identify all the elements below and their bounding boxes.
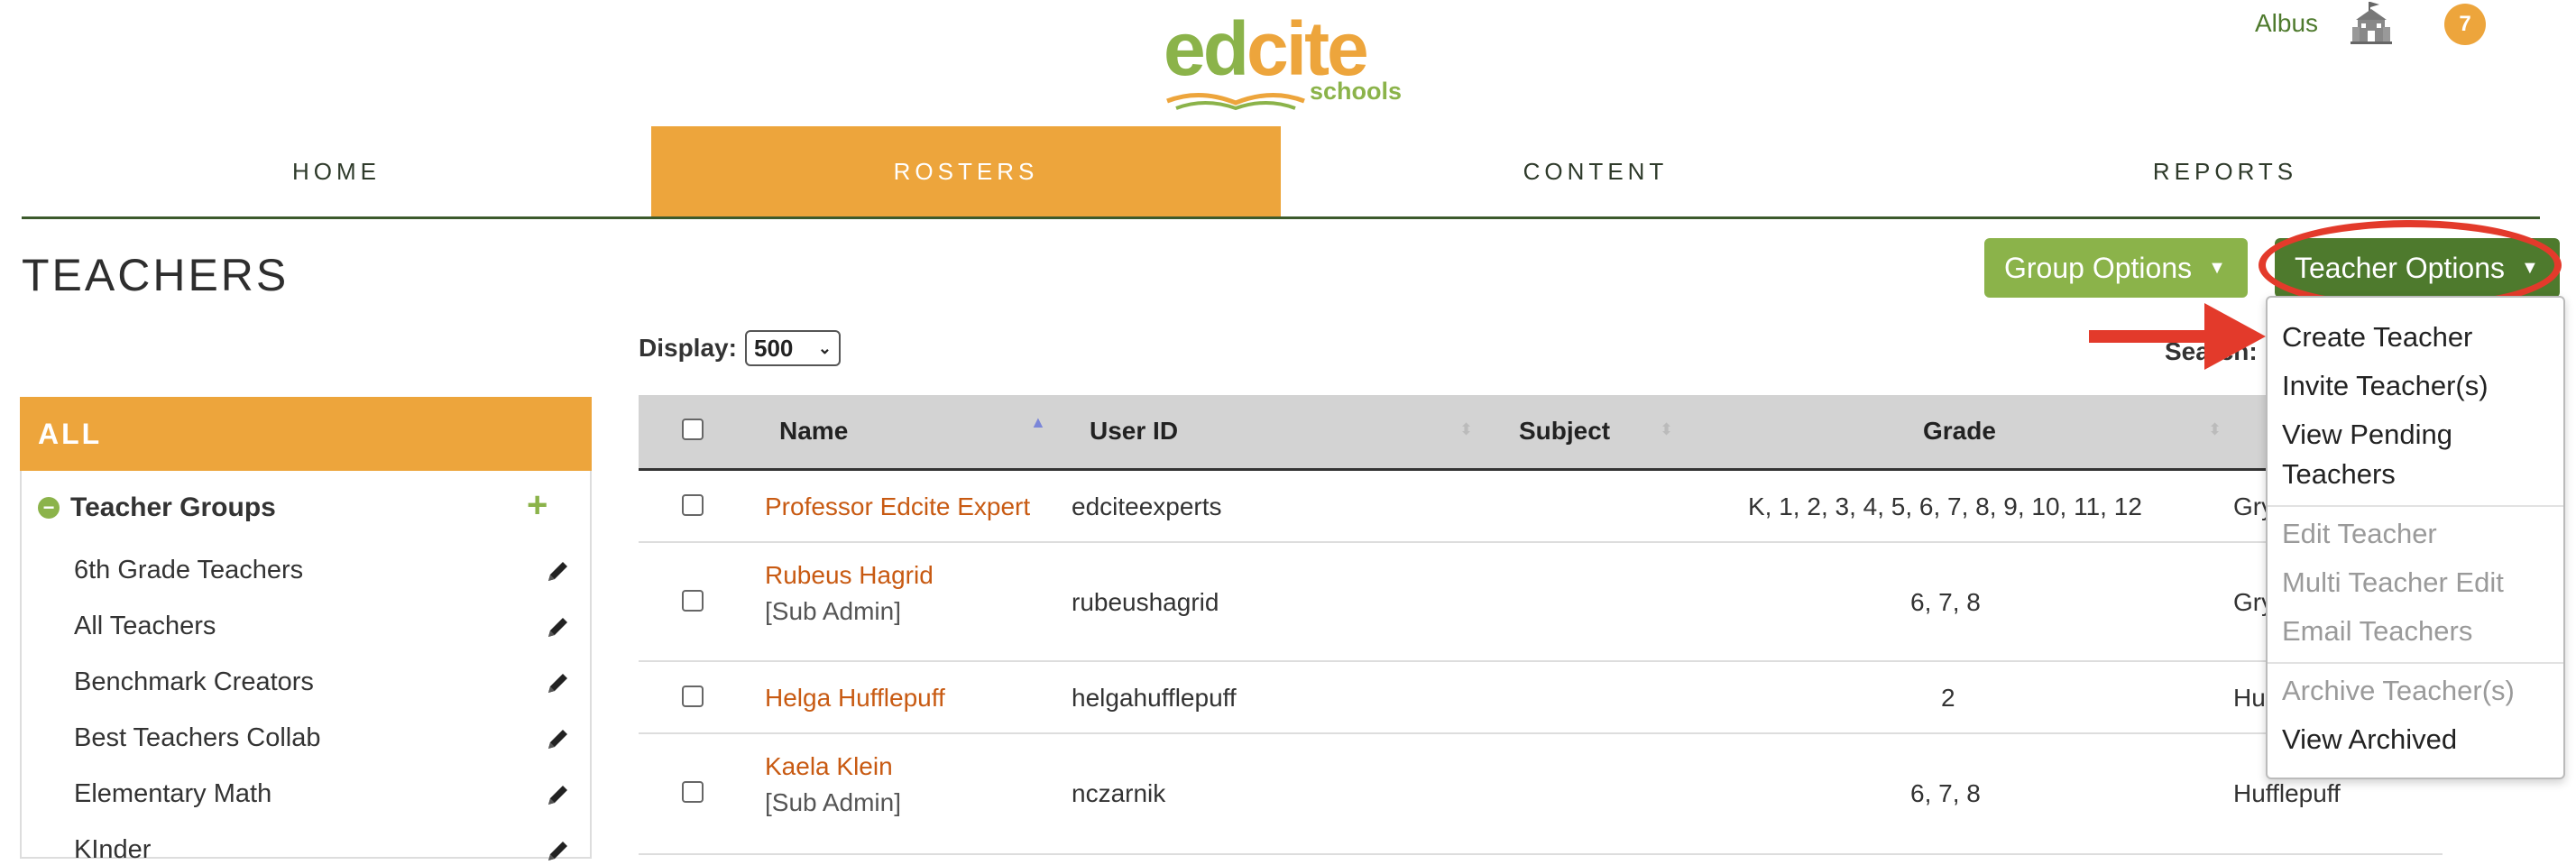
page-title: TEACHERS <box>22 250 290 300</box>
group-options-label: Group Options <box>2004 251 2193 284</box>
column-header-user-id[interactable]: User ID <box>1090 417 1178 446</box>
row-checkbox[interactable] <box>682 781 704 803</box>
row-checkbox[interactable] <box>682 686 704 707</box>
teacher-role-label: [Sub Admin] <box>765 788 901 816</box>
nav-reports[interactable]: REPORTS <box>1910 126 2540 216</box>
logo-book-swoosh <box>1166 92 1305 111</box>
table-row: Professor Edcite Expert edciteexperts K,… <box>639 471 2443 543</box>
menu-item-create-teacher[interactable]: Create Teacher <box>2282 317 2472 357</box>
user-id-cell: edciteexperts <box>1072 492 1222 520</box>
grade-cell: 6, 7, 8 <box>1910 588 1981 616</box>
sidebar-item-kinder[interactable]: KInder <box>74 835 151 865</box>
add-group-plus-icon[interactable]: + <box>527 485 547 526</box>
user-id-cell: rubeushagrid <box>1072 588 1219 616</box>
collapse-minus-icon[interactable]: − <box>38 497 60 519</box>
column-header-subject[interactable]: Subject <box>1519 417 1610 446</box>
teacher-groups-header[interactable]: − Teacher Groups <box>38 492 276 523</box>
sidebar-item-benchmark-creators[interactable]: Benchmark Creators <box>74 667 314 697</box>
table-row: Rubeus Hagrid [Sub Admin] rubeushagrid 6… <box>639 543 2443 662</box>
user-id-cell: nczarnik <box>1072 779 1166 807</box>
logo-part-ed: ed <box>1164 6 1249 91</box>
caret-down-icon: ▼ <box>2208 257 2226 278</box>
pencil-edit-icon[interactable] <box>545 725 572 752</box>
sidebar-item-elementary-math[interactable]: Elementary Math <box>74 779 271 809</box>
teacher-name-link[interactable]: Rubeus Hagrid <box>765 561 934 590</box>
pencil-edit-icon[interactable] <box>545 781 572 808</box>
teacher-options-menu: Create Teacher Invite Teacher(s) View Pe… <box>2266 296 2565 779</box>
pencil-edit-icon[interactable] <box>545 613 572 640</box>
sidebar-item-6th-grade-teachers[interactable]: 6th Grade Teachers <box>74 556 303 585</box>
group-cell: Hufflepuff <box>2233 779 2341 807</box>
menu-item-view-pending[interactable]: View Pending <box>2282 415 2452 455</box>
menu-item-view-archived[interactable]: View Archived <box>2282 720 2457 759</box>
column-header-name[interactable]: Name <box>779 417 848 446</box>
menu-item-email-teachers: Email Teachers <box>2282 615 2473 647</box>
menu-divider <box>2268 505 2563 507</box>
sort-both-icon[interactable]: ⬍ <box>1459 420 1473 439</box>
nav-rosters[interactable]: ROSTERS <box>651 126 1281 216</box>
select-all-checkbox[interactable] <box>682 419 704 440</box>
pencil-edit-icon[interactable] <box>545 669 572 696</box>
table-row: Kaela Klein [Sub Admin] nczarnik 6, 7, 8… <box>639 734 2443 855</box>
user-name-link[interactable]: Albus <box>2255 9 2318 38</box>
menu-item-invite-teachers[interactable]: Invite Teacher(s) <box>2282 366 2489 406</box>
row-checkbox[interactable] <box>682 494 704 516</box>
group-options-button[interactable]: Group Options ▼ <box>1984 238 2248 298</box>
teacher-role-label: [Sub Admin] <box>765 597 901 625</box>
teacher-name-link[interactable]: Kaela Klein <box>765 752 893 781</box>
row-checkbox[interactable] <box>682 590 704 612</box>
menu-item-edit-teacher: Edit Teacher <box>2282 518 2437 549</box>
logo-subtitle: schools <box>1310 78 1403 105</box>
school-building-icon[interactable] <box>2351 0 2392 47</box>
table-header: Name ▲ User ID ⬍ Subject ⬍ Grade ⬍ <box>639 395 2443 471</box>
sort-both-icon[interactable]: ⬍ <box>2208 420 2222 439</box>
sidebar-item-all-teachers[interactable]: All Teachers <box>74 612 216 641</box>
display-label: Display: <box>639 334 737 362</box>
grade-cell: 6, 7, 8 <box>1910 779 1981 807</box>
table-row: Helga Hufflepuff helgahufflepuff 2 Hu <box>639 662 2443 734</box>
display-count-value: 500 <box>754 334 794 362</box>
grade-cell: K, 1, 2, 3, 4, 5, 6, 7, 8, 9, 10, 11, 12 <box>1748 492 2142 520</box>
pencil-edit-icon[interactable] <box>545 557 572 584</box>
teacher-name-link[interactable]: Professor Edcite Expert <box>765 492 1030 521</box>
sort-both-icon[interactable]: ⬍ <box>1660 420 1673 439</box>
sidebar-item-best-teachers-collab[interactable]: Best Teachers Collab <box>74 723 321 753</box>
group-cell: Hu <box>2233 684 2266 712</box>
teacher-name-link[interactable]: Helga Hufflepuff <box>765 684 945 713</box>
user-id-cell: helgahufflepuff <box>1072 684 1237 712</box>
display-count-select[interactable]: 500 ⌄ <box>745 330 841 366</box>
nav-content[interactable]: CONTENT <box>1281 126 1910 216</box>
menu-item-multi-teacher-edit: Multi Teacher Edit <box>2282 566 2504 598</box>
annotation-arrow-icon <box>2089 303 2266 370</box>
main-nav: HOME ROSTERS CONTENT REPORTS <box>22 126 2540 219</box>
chevron-down-icon: ⌄ <box>817 338 832 357</box>
pencil-edit-icon[interactable] <box>545 837 572 864</box>
notification-badge[interactable]: 7 <box>2444 4 2486 45</box>
grade-cell: 2 <box>1941 684 1955 712</box>
menu-divider <box>2268 662 2563 664</box>
nav-home[interactable]: HOME <box>22 126 651 216</box>
menu-item-archive-teachers: Archive Teacher(s) <box>2282 675 2515 706</box>
column-header-grade[interactable]: Grade <box>1923 417 1996 446</box>
sort-ascending-icon[interactable]: ▲ <box>1030 413 1046 432</box>
teacher-groups-title: Teacher Groups <box>70 492 276 522</box>
sidebar-all[interactable]: ALL <box>20 397 592 471</box>
menu-item-view-pending-line2[interactable]: Teachers <box>2282 455 2396 494</box>
